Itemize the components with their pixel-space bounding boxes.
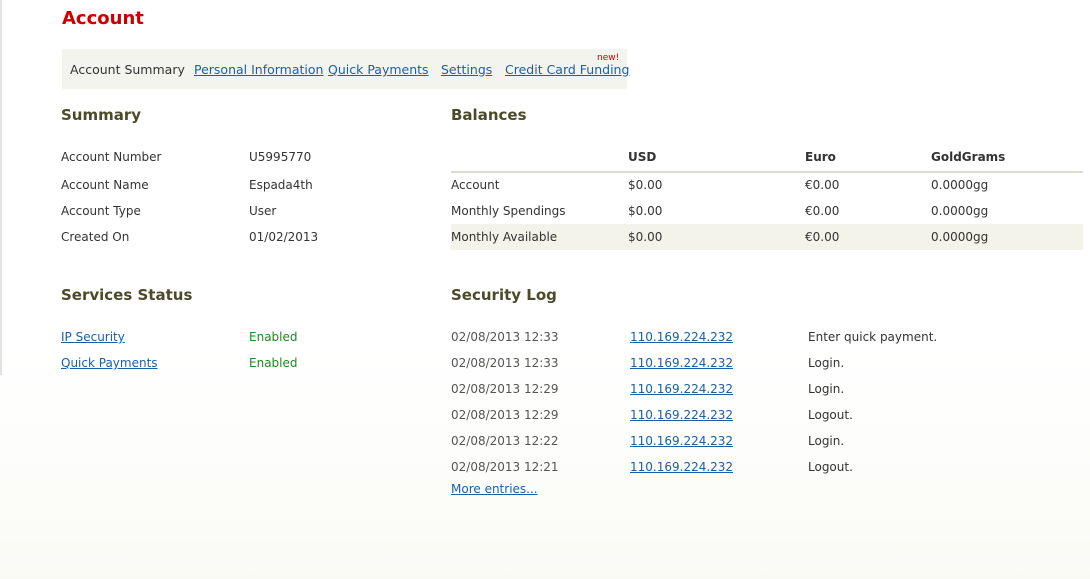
summary-value: 01/02/2013 xyxy=(249,230,319,244)
security-log-title: Security Log xyxy=(451,286,557,304)
more-entries-link[interactable]: More entries... xyxy=(451,482,538,496)
log-event: Logout. xyxy=(808,408,853,422)
log-date: 02/08/2013 12:21 xyxy=(451,460,559,474)
summary-value: U5995770 xyxy=(249,150,312,164)
balance-label: Monthly Available xyxy=(451,230,558,244)
page-title: Account xyxy=(62,8,144,29)
balances-header: USD Euro GoldGrams xyxy=(451,146,1083,173)
status-badge: Enabled xyxy=(249,356,298,370)
table-row: Monthly Spendings $0.00 €0.00 0.0000gg xyxy=(451,198,1083,224)
log-ip-link[interactable]: 110.169.224.232 xyxy=(630,408,733,422)
log-event: Login. xyxy=(808,434,845,448)
summary-value: User xyxy=(249,204,277,218)
tab-settings[interactable]: Settings xyxy=(441,62,492,77)
summary-value: Espada4th xyxy=(249,178,313,192)
service-link-quick-payments[interactable]: Quick Payments xyxy=(61,356,158,370)
log-event: Logout. xyxy=(808,460,853,474)
log-ip-link[interactable]: 110.169.224.232 xyxy=(630,460,733,474)
left-border xyxy=(0,0,2,375)
tab-quick-payments[interactable]: Quick Payments xyxy=(328,62,429,77)
table-row: 02/08/2013 12:33 110.169.224.232 Enter q… xyxy=(451,330,1083,356)
balance-label: Monthly Spendings xyxy=(451,204,566,218)
column-header-euro: Euro xyxy=(805,150,836,164)
balance-usd: $0.00 xyxy=(628,204,663,218)
table-row: Monthly Available $0.00 €0.00 0.0000gg xyxy=(451,224,1083,250)
balance-euro: €0.00 xyxy=(805,178,840,192)
balance-euro: €0.00 xyxy=(805,230,840,244)
balance-gold: 0.0000gg xyxy=(931,230,989,244)
column-header-usd: USD xyxy=(628,150,657,164)
log-date: 02/08/2013 12:29 xyxy=(451,382,559,396)
account-tabbar: Account Summary Personal Information Qui… xyxy=(62,49,629,89)
log-ip-link[interactable]: 110.169.224.232 xyxy=(630,330,733,344)
summary-label: Created On xyxy=(61,230,130,244)
status-badge: Enabled xyxy=(249,330,298,344)
log-event: Enter quick payment. xyxy=(808,330,938,344)
balance-usd: $0.00 xyxy=(628,178,663,192)
summary-title: Summary xyxy=(61,106,142,124)
balance-gold: 0.0000gg xyxy=(931,178,989,192)
table-row: Account $0.00 €0.00 0.0000gg xyxy=(451,172,1083,198)
column-header-goldgrams: GoldGrams xyxy=(931,150,1006,164)
log-date: 02/08/2013 12:22 xyxy=(451,434,559,448)
tab-credit-card-funding[interactable]: Credit Card Funding xyxy=(505,62,629,77)
service-link-ip-security[interactable]: IP Security xyxy=(61,330,125,344)
balances-title: Balances xyxy=(451,106,527,124)
table-row: 02/08/2013 12:29 110.169.224.232 Login. xyxy=(451,382,1083,408)
log-date: 02/08/2013 12:29 xyxy=(451,408,559,422)
log-date: 02/08/2013 12:33 xyxy=(451,356,559,370)
new-badge: new! xyxy=(597,53,620,63)
log-ip-link[interactable]: 110.169.224.232 xyxy=(630,356,733,370)
tab-account-summary[interactable]: Account Summary xyxy=(70,62,185,77)
summary-label: Account Type xyxy=(61,204,141,218)
log-ip-link[interactable]: 110.169.224.232 xyxy=(630,434,733,448)
balance-gold: 0.0000gg xyxy=(931,204,989,218)
balance-label: Account xyxy=(451,178,500,192)
table-row: 02/08/2013 12:22 110.169.224.232 Login. xyxy=(451,434,1083,460)
table-row: 02/08/2013 12:29 110.169.224.232 Logout. xyxy=(451,408,1083,434)
balance-euro: €0.00 xyxy=(805,204,840,218)
summary-label: Account Number xyxy=(61,150,162,164)
log-event: Login. xyxy=(808,382,845,396)
log-ip-link[interactable]: 110.169.224.232 xyxy=(630,382,733,396)
log-date: 02/08/2013 12:33 xyxy=(451,330,559,344)
table-row: 02/08/2013 12:33 110.169.224.232 Login. xyxy=(451,356,1083,382)
balance-usd: $0.00 xyxy=(628,230,663,244)
summary-label: Account Name xyxy=(61,178,149,192)
tab-personal-information[interactable]: Personal Information xyxy=(194,62,323,77)
log-event: Login. xyxy=(808,356,845,370)
services-status-title: Services Status xyxy=(61,286,193,304)
table-row: 02/08/2013 12:21 110.169.224.232 Logout. xyxy=(451,460,1083,486)
